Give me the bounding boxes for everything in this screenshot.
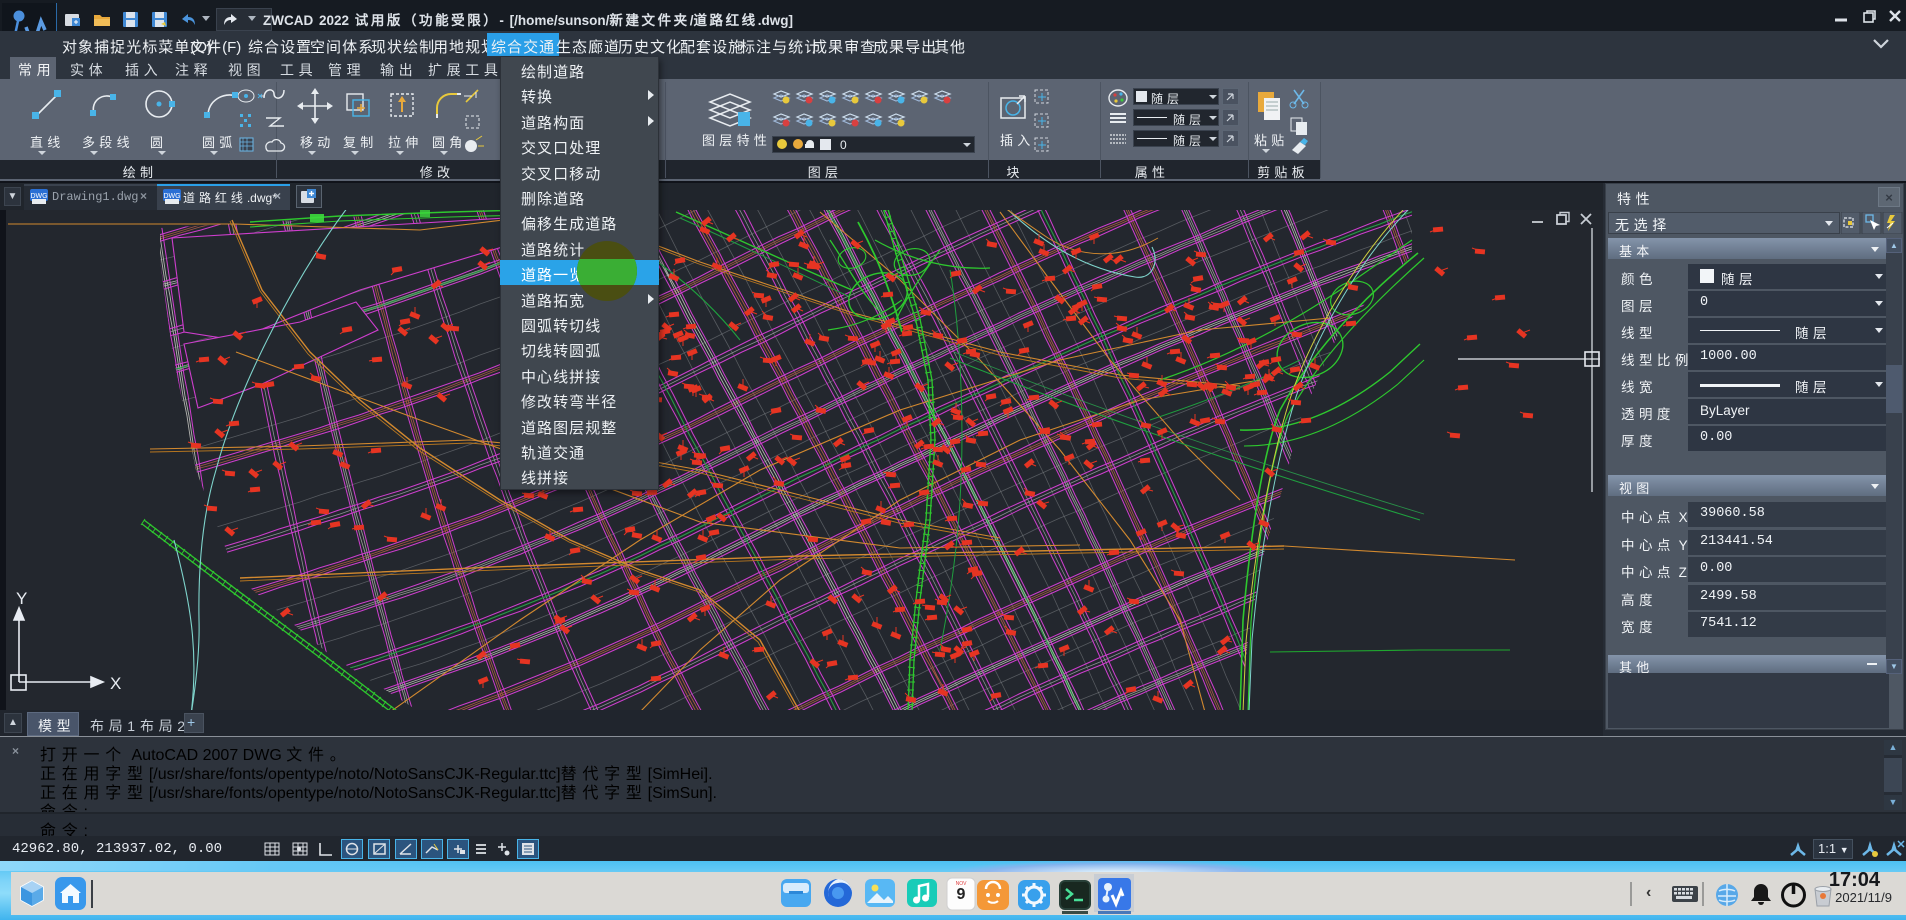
svg-text:Y: Y	[16, 589, 27, 608]
svg-text:NOV: NOV	[956, 881, 968, 887]
svg-text:DWG: DWG	[163, 193, 180, 200]
svg-text:9: 9	[957, 886, 966, 903]
svg-text:X: X	[110, 674, 121, 693]
svg-text:DWG: DWG	[30, 193, 47, 200]
